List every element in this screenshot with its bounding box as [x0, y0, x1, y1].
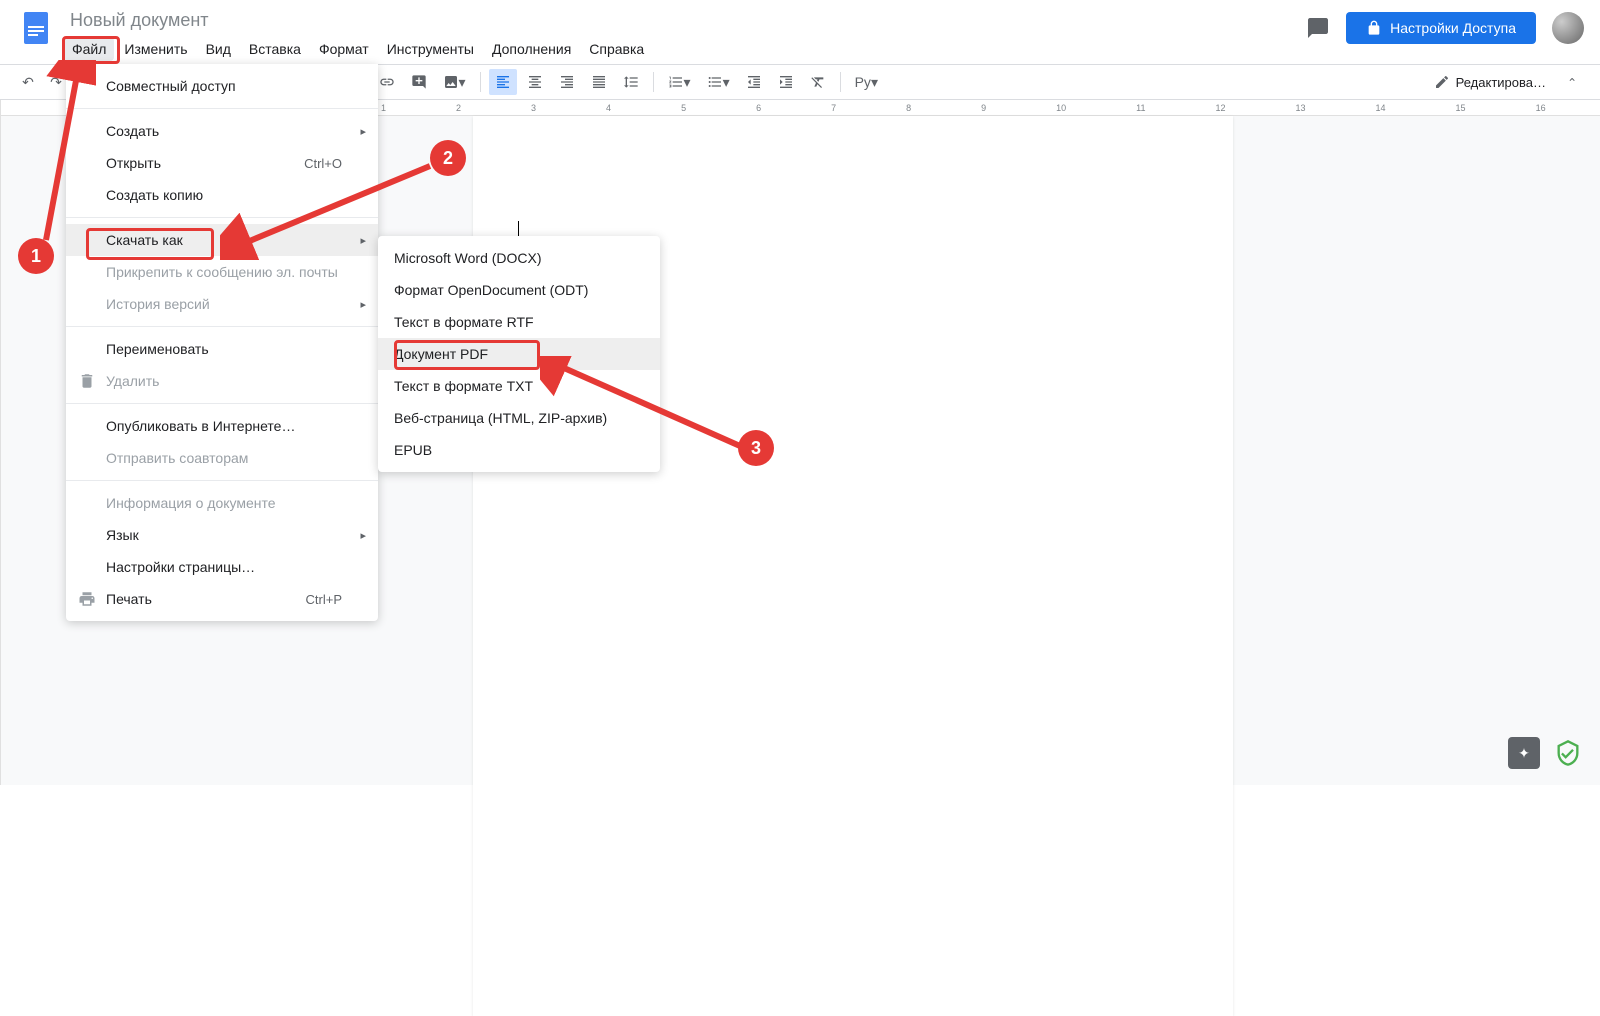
submenu-item-pdf[interactable]: Документ PDF: [378, 338, 660, 370]
menu-divider: [66, 480, 378, 481]
download-as-submenu: Microsoft Word (DOCX) Формат OpenDocumen…: [378, 236, 660, 472]
menu-item-make-copy[interactable]: Создать копию: [66, 179, 378, 211]
menu-divider: [66, 217, 378, 218]
menu-help[interactable]: Справка: [581, 37, 652, 61]
menu-item-label: Печать: [106, 591, 152, 607]
ruler-tick: 16: [1536, 103, 1546, 113]
comments-icon[interactable]: [1306, 16, 1330, 40]
insert-comment-button[interactable]: [405, 69, 433, 95]
pencil-icon: [1434, 74, 1450, 90]
ruler-tick: 13: [1296, 103, 1306, 113]
explore-button[interactable]: ✦: [1508, 737, 1540, 769]
submenu-item-epub[interactable]: EPUB: [378, 434, 660, 466]
menu-addons[interactable]: Дополнения: [484, 37, 579, 61]
submenu-item-docx[interactable]: Microsoft Word (DOCX): [378, 242, 660, 274]
align-justify-button[interactable]: [585, 69, 613, 95]
submenu-item-odt[interactable]: Формат OpenDocument (ODT): [378, 274, 660, 306]
shortcut-label: Ctrl+P: [306, 592, 342, 607]
menu-item-version-history: История версий: [66, 288, 378, 320]
ruler-tick: 4: [606, 103, 611, 113]
file-menu-dropdown: Совместный доступ Создать ОткрытьCtrl+O …: [66, 64, 378, 621]
menu-item-attach-email: Прикрепить к сообщению эл. почты: [66, 256, 378, 288]
submenu-item-html[interactable]: Веб-страница (HTML, ZIP-архив): [378, 402, 660, 434]
numbered-list-button[interactable]: ▾: [662, 69, 697, 95]
shortcut-label: Ctrl+O: [304, 156, 342, 171]
docs-logo-icon: [16, 8, 56, 48]
ruler-tick: 7: [831, 103, 836, 113]
trash-icon: [78, 372, 96, 390]
align-center-button[interactable]: [521, 69, 549, 95]
ruler-tick: 12: [1216, 103, 1226, 113]
share-button-label: Настройки Доступа: [1390, 20, 1516, 36]
menu-divider: [66, 108, 378, 109]
menu-item-rename[interactable]: Переименовать: [66, 333, 378, 365]
menu-divider: [66, 326, 378, 327]
menu-item-download-as[interactable]: Скачать как: [66, 224, 378, 256]
line-spacing-button[interactable]: [617, 69, 645, 95]
insert-image-button[interactable]: ▾: [437, 69, 472, 95]
ruler-tick: 8: [906, 103, 911, 113]
menu-item-doc-info: Информация о документе: [66, 487, 378, 519]
menu-file[interactable]: Файл: [64, 37, 114, 61]
collapse-toolbar-button[interactable]: ⌄: [1560, 69, 1584, 95]
ruler-tick: 3: [531, 103, 536, 113]
ruler-tick: 5: [681, 103, 686, 113]
ruler-tick: 10: [1056, 103, 1066, 113]
ruler-tick: 9: [981, 103, 986, 113]
menu-item-label: Открыть: [106, 155, 161, 171]
menu-item-share[interactable]: Совместный доступ: [66, 70, 378, 102]
editing-mode-label: Редактирова…: [1456, 75, 1546, 90]
security-shield-icon[interactable]: [1552, 737, 1584, 769]
separator: [653, 72, 654, 92]
menu-item-new[interactable]: Создать: [66, 115, 378, 147]
menu-item-send-collaborators: Отправить соавторам: [66, 442, 378, 474]
menubar: Файл Изменить Вид Вставка Формат Инструм…: [64, 37, 1306, 61]
menu-item-page-setup[interactable]: Настройки страницы…: [66, 551, 378, 583]
bottom-right-icons: ✦: [1508, 737, 1584, 769]
increase-indent-button[interactable]: [772, 69, 800, 95]
separator: [840, 72, 841, 92]
submenu-item-rtf[interactable]: Текст в формате RTF: [378, 306, 660, 338]
align-left-button[interactable]: [489, 69, 517, 95]
redo-button[interactable]: ↷: [44, 69, 68, 95]
app-header: Новый документ Файл Изменить Вид Вставка…: [0, 0, 1600, 64]
ruler-tick: 11: [1136, 103, 1145, 113]
text-cursor: [518, 221, 519, 237]
print-icon: [78, 590, 96, 608]
document-title[interactable]: Новый документ: [64, 8, 1306, 33]
separator: [480, 72, 481, 92]
lock-icon: [1366, 20, 1382, 36]
menu-divider: [66, 403, 378, 404]
ruler-tick: 14: [1376, 103, 1386, 113]
menu-item-open[interactable]: Открыть Ctrl+O: [66, 147, 378, 179]
ruler-tick: 1: [381, 103, 386, 113]
menu-insert[interactable]: Вставка: [241, 37, 309, 61]
menu-item-publish[interactable]: Опубликовать в Интернете…: [66, 410, 378, 442]
spellcheck-button[interactable]: Ру▾: [849, 69, 884, 95]
decrease-indent-button[interactable]: [740, 69, 768, 95]
ruler-tick: 6: [756, 103, 761, 113]
submenu-item-txt[interactable]: Текст в формате TXT: [378, 370, 660, 402]
ruler-tick: 15: [1456, 103, 1466, 113]
clear-formatting-button[interactable]: [804, 69, 832, 95]
ruler-tick: 2: [456, 103, 461, 113]
editing-mode-button[interactable]: Редактирова…: [1426, 70, 1554, 94]
menu-item-language[interactable]: Язык: [66, 519, 378, 551]
menu-tools[interactable]: Инструменты: [379, 37, 482, 61]
menu-item-label: Удалить: [106, 373, 159, 389]
menu-item-print[interactable]: Печать Ctrl+P: [66, 583, 378, 615]
menu-item-delete: Удалить: [66, 365, 378, 397]
menu-format[interactable]: Формат: [311, 37, 377, 61]
menu-view[interactable]: Вид: [198, 37, 239, 61]
undo-button[interactable]: ↶: [16, 69, 40, 95]
align-right-button[interactable]: [553, 69, 581, 95]
share-button[interactable]: Настройки Доступа: [1346, 12, 1536, 44]
menu-edit[interactable]: Изменить: [116, 37, 195, 61]
bulleted-list-button[interactable]: ▾: [701, 69, 736, 95]
user-avatar[interactable]: [1552, 12, 1584, 44]
